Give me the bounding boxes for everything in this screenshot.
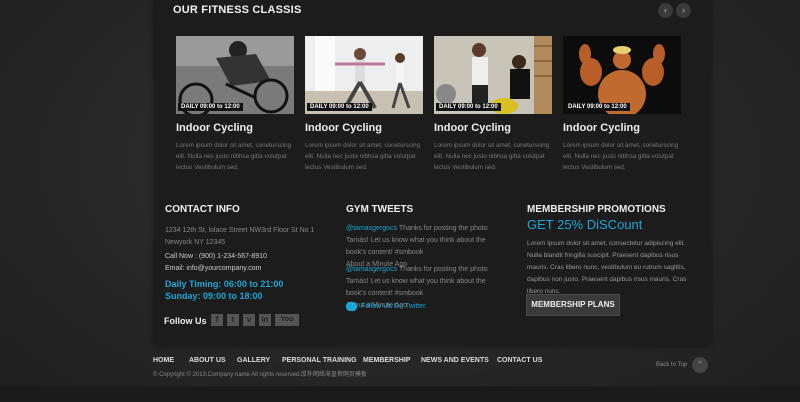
footer-nav-about[interactable]: ABOUT US	[189, 357, 226, 364]
tweets-heading: GYM TWEETS	[346, 204, 414, 215]
class-description: Lorem ipsum dolor sit amet, coneturscing…	[176, 142, 292, 171]
next-arrow-icon[interactable]: ›	[676, 3, 691, 18]
class-title[interactable]: Indoor Cycling	[434, 122, 511, 134]
copyright-text: © Copyright © 2013.Company name All righ…	[153, 372, 367, 378]
linkedin-icon[interactable]: in	[259, 314, 271, 326]
class-card[interactable]: DAILY 09:00 to 12:00 Indoor Cycling Lore…	[434, 36, 552, 171]
class-card[interactable]: DAILY 09:00 to 12:00 Indoor Cycling Lore…	[305, 36, 423, 171]
class-card[interactable]: DAILY 09:00 to 12:00 Indoor Cycling Lore…	[563, 36, 681, 171]
contact-heading: CONTACT INFO	[165, 204, 240, 215]
phone-number: Call Now : (900) 1-234-567-8910	[165, 253, 267, 260]
class-description: Lorem ipsum dolor sit amet, coneturscing…	[434, 142, 550, 171]
class-card[interactable]: DAILY 09:00 to 12:00 Indoor Cycling Lore…	[176, 36, 294, 171]
class-title[interactable]: Indoor Cycling	[563, 122, 640, 134]
email-address[interactable]: Email: info@yourcompany.com	[165, 263, 261, 275]
footer-nav-gallery[interactable]: GALLERY	[237, 357, 270, 364]
footer-nav-membership[interactable]: MEMBERSHIP	[363, 357, 410, 364]
class-title[interactable]: Indoor Cycling	[305, 122, 382, 134]
class-timing: DAILY 09:00 to 12:00	[307, 103, 372, 111]
sunday-timing: Sunday: 09:00 to 18:00	[165, 291, 263, 301]
back-to-top-label[interactable]: Back to Top	[656, 362, 687, 368]
class-timing: DAILY 09:00 to 12:00	[178, 103, 243, 111]
vimeo-icon[interactable]: v	[243, 314, 255, 326]
back-to-top-icon[interactable]: ⌃	[692, 357, 708, 373]
class-image-bodybuilder[interactable]: DAILY 09:00 to 12:00	[563, 36, 681, 114]
class-description: Lorem ipsum dolor sit amet, coneturscing…	[563, 142, 679, 171]
footer-nav-training[interactable]: PERSONAL TRAINING	[282, 357, 357, 364]
address-line-1: 1234 12th St, lolace Street NW3rd Floor …	[165, 227, 315, 234]
tweet-handle[interactable]: @tamasgergocs	[346, 225, 397, 232]
twitter-follow-link[interactable]: Follow Us On Twitter	[346, 301, 425, 313]
class-timing: DAILY 09:00 to 12:00	[436, 103, 501, 111]
membership-plans-button[interactable]: MEMBERSHIP PLANS	[526, 294, 620, 316]
footer-nav-home[interactable]: HOME	[153, 357, 174, 364]
class-description: Lorem ipsum dolor sit amet, coneturscing…	[305, 142, 421, 171]
class-timing: DAILY 09:00 to 12:00	[565, 103, 630, 111]
class-image-cycling[interactable]: DAILY 09:00 to 12:00	[176, 36, 294, 114]
facebook-icon[interactable]: f	[211, 314, 223, 326]
youtube-icon[interactable]: You	[275, 314, 299, 326]
twitter-follow-label: Follow Us On Twitter	[361, 303, 426, 310]
address-line-2: Newyork NY 12345	[165, 239, 226, 246]
footer-nav-news[interactable]: NEWS AND EVENTS	[421, 357, 489, 364]
classes-heading: OUR FITNESS CLASSIS	[173, 4, 302, 16]
discount-offer: GET 25% DiSCount	[527, 217, 643, 232]
class-title[interactable]: Indoor Cycling	[176, 122, 253, 134]
prev-arrow-icon[interactable]: ‹	[658, 3, 673, 18]
class-image-trainer[interactable]: DAILY 09:00 to 12:00	[434, 36, 552, 114]
membership-heading: MEMBERSHIP PROMOTIONS	[527, 204, 666, 215]
bottom-bar	[0, 386, 800, 402]
class-image-yoga[interactable]: DAILY 09:00 to 12:00	[305, 36, 423, 114]
twitter-icon[interactable]: t	[227, 314, 239, 326]
footer-nav-contact[interactable]: CONTACT US	[497, 357, 542, 364]
daily-timing: Daily Timing: 06:00 to 21:00	[165, 279, 284, 289]
membership-description: Lorem ipsum dolor sit amet, consectetur …	[527, 240, 687, 295]
follow-us-label: Follow Us	[164, 316, 207, 326]
tweet-handle[interactable]: @tamasgergocs	[346, 266, 397, 273]
twitter-bird-icon	[346, 301, 357, 311]
